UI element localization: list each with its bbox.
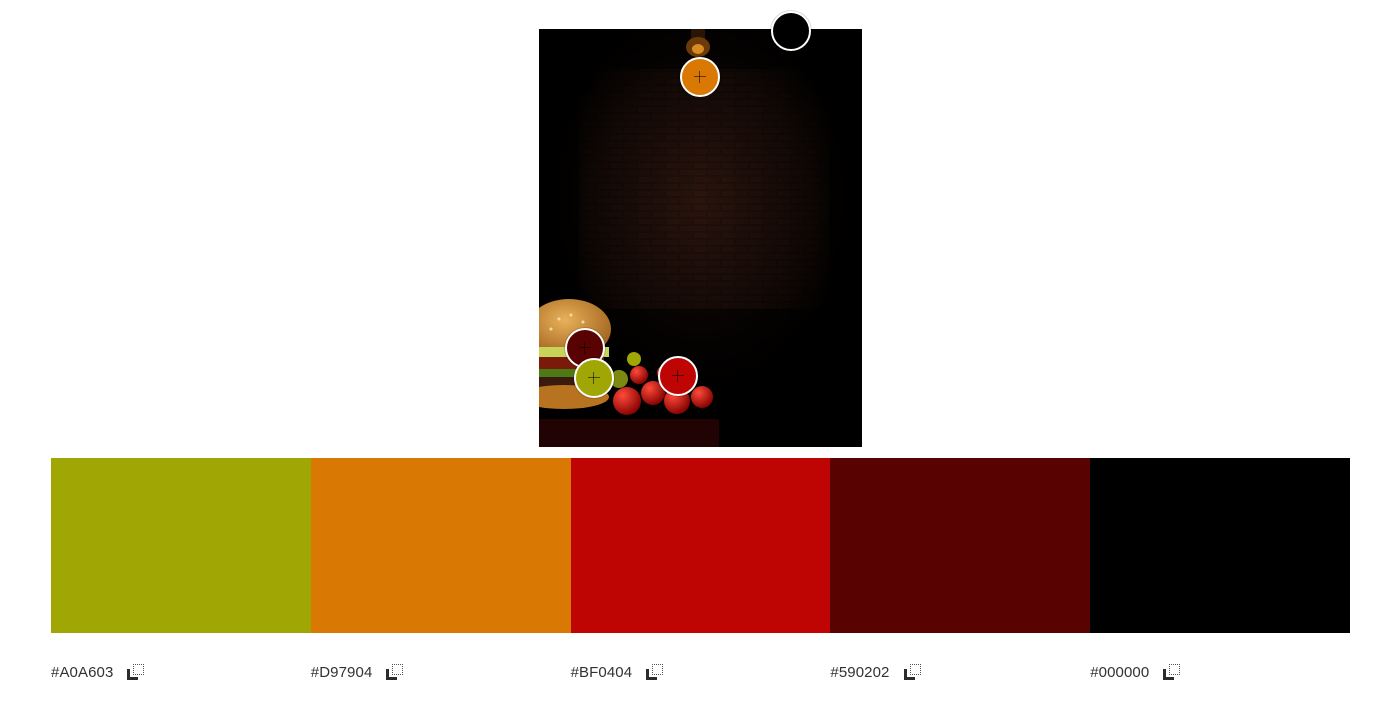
swatch-3[interactable] [570, 458, 831, 633]
swatch-2[interactable] [310, 458, 571, 633]
copy-icon[interactable] [125, 662, 145, 682]
color-picker-marker-red[interactable] [658, 356, 698, 396]
hex-value: #BF0404 [570, 663, 633, 681]
hex-value: #000000 [1090, 663, 1150, 681]
hex-label-cell-4: #590202 [830, 658, 1090, 686]
hex-label-cell-1: #A0A603 [51, 658, 311, 686]
crosshair-icon [588, 372, 600, 384]
swatch-5[interactable] [1090, 458, 1350, 633]
color-picker-marker-olive[interactable] [574, 358, 614, 398]
crosshair-icon [579, 342, 591, 354]
crosshair-icon [672, 370, 684, 382]
palette-swatches [51, 458, 1350, 633]
color-picker-marker-orange[interactable] [680, 57, 720, 97]
copy-icon[interactable] [384, 662, 404, 682]
copy-icon[interactable] [1161, 662, 1181, 682]
hex-label-cell-2: #D97904 [311, 658, 571, 686]
hex-value: #D97904 [310, 663, 373, 681]
swatch-4[interactable] [830, 458, 1091, 633]
swatch-1[interactable] [51, 458, 311, 633]
copy-icon[interactable] [902, 662, 922, 682]
color-palette-extractor: #A0A603 #D97904 #BF0404 #590202 #000000 [0, 0, 1390, 709]
hex-label-cell-5: #000000 [1090, 658, 1350, 686]
hex-label-cell-3: #BF0404 [571, 658, 831, 686]
palette-hex-labels: #A0A603 #D97904 #BF0404 #590202 #000000 [51, 658, 1350, 686]
color-picker-marker-black[interactable] [771, 11, 811, 51]
crosshair-icon [694, 71, 706, 83]
hex-value: #590202 [830, 663, 890, 681]
hex-value: #A0A603 [51, 663, 114, 681]
copy-icon[interactable] [644, 662, 664, 682]
